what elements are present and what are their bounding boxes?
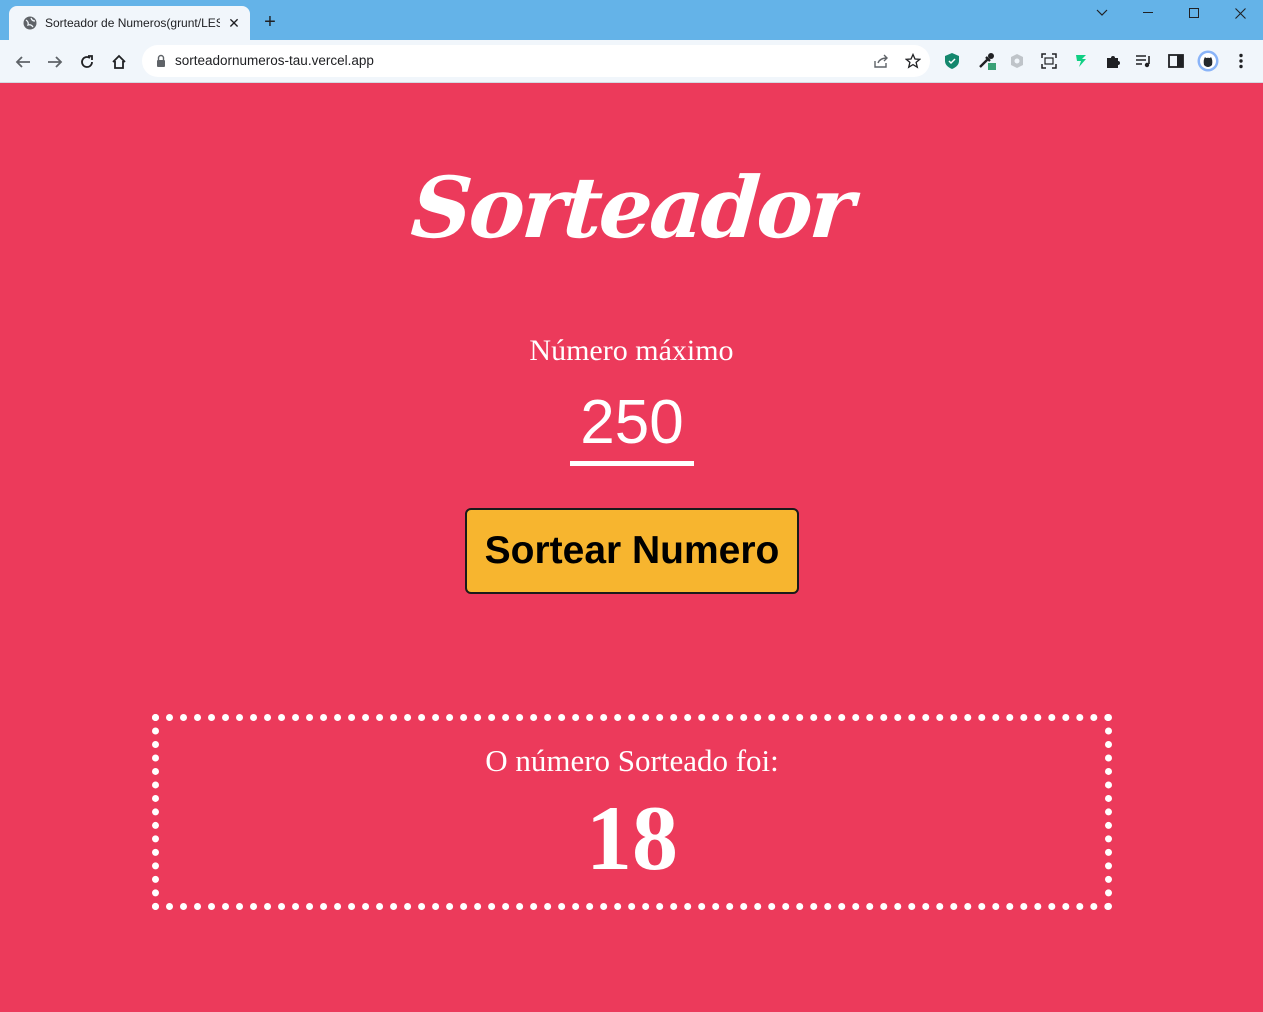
max-number-label: Número máximo: [529, 334, 734, 367]
home-icon[interactable]: [106, 49, 132, 75]
url-text[interactable]: sorteadornumeros-tau.vercel.app: [175, 53, 374, 68]
result-box: O número Sorteado foi: 18: [152, 714, 1112, 910]
screenshot-icon[interactable]: [1038, 50, 1060, 72]
close-icon[interactable]: ✕: [225, 14, 243, 32]
github-icon[interactable]: [1197, 50, 1219, 72]
maximize-icon[interactable]: [1171, 0, 1217, 26]
browser-tab[interactable]: Sorteador de Numeros(grunt/LESS) ✕: [9, 6, 250, 40]
result-number: 18: [586, 787, 678, 889]
max-number-input[interactable]: [570, 384, 694, 466]
share-icon[interactable]: [871, 51, 891, 71]
close-window-icon[interactable]: [1217, 0, 1263, 26]
title-bar: Sorteador de Numeros(grunt/LESS) ✕ +: [0, 0, 1263, 40]
shield-icon[interactable]: [941, 50, 963, 72]
extension-icon[interactable]: [1006, 50, 1028, 72]
chevron-down-icon[interactable]: [1079, 0, 1125, 26]
app-logo: Sorteador: [408, 158, 855, 257]
back-icon[interactable]: [10, 49, 36, 75]
globe-icon: [23, 16, 37, 30]
page-content: Sorteador Número máximo Sortear Numero O…: [0, 84, 1263, 1012]
puzzle-icon[interactable]: [1102, 50, 1124, 72]
plus-icon[interactable]: +: [259, 11, 281, 33]
tab-title: Sorteador de Numeros(grunt/LESS): [45, 16, 220, 30]
menu-icon[interactable]: [1230, 50, 1252, 72]
minimize-icon[interactable]: [1125, 0, 1171, 26]
lock-icon[interactable]: [154, 54, 168, 68]
star-icon[interactable]: [903, 51, 923, 71]
eyedropper-icon[interactable]: [976, 50, 998, 72]
sidepanel-icon[interactable]: [1165, 50, 1187, 72]
forward-icon[interactable]: [42, 49, 68, 75]
result-label: O número Sorteado foi:: [485, 743, 779, 778]
reload-icon[interactable]: [74, 49, 100, 75]
media-icon[interactable]: [1133, 50, 1155, 72]
browser-toolbar: sorteadornumeros-tau.vercel.app: [0, 40, 1263, 83]
figma-icon[interactable]: [1070, 50, 1092, 72]
draw-number-button[interactable]: Sortear Numero: [465, 508, 799, 594]
address-bar[interactable]: sorteadornumeros-tau.vercel.app: [142, 45, 930, 77]
